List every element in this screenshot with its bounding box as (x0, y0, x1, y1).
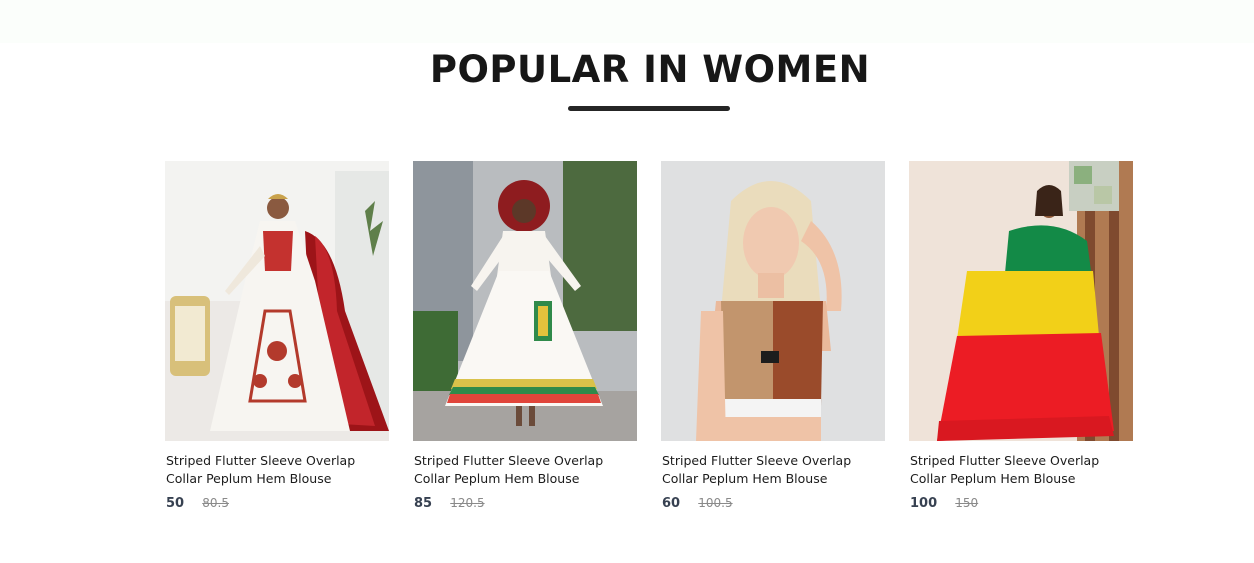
product-image[interactable] (661, 161, 885, 441)
product-name[interactable]: Striped Flutter Sleeve Overlap Collar Pe… (413, 452, 637, 488)
product-prices: 60 100.5 (661, 494, 885, 513)
product-name[interactable]: Striped Flutter Sleeve Overlap Collar Pe… (165, 452, 389, 488)
product-name[interactable]: Striped Flutter Sleeve Overlap Collar Pe… (909, 452, 1133, 488)
product-image[interactable] (165, 161, 389, 441)
product-prices: 85 120.5 (413, 494, 637, 513)
product-image[interactable] (413, 161, 637, 441)
product-prices: 100 150 (909, 494, 1133, 513)
price-old: 120.5 (450, 496, 485, 510)
price-old: 150 (955, 496, 979, 510)
product-card[interactable]: Striped Flutter Sleeve Overlap Collar Pe… (165, 161, 389, 513)
product-name[interactable]: Striped Flutter Sleeve Overlap Collar Pe… (661, 452, 885, 488)
product-card[interactable]: Striped Flutter Sleeve Overlap Collar Pe… (909, 161, 1133, 513)
product-prices: 50 80.5 (165, 494, 389, 513)
product-card[interactable]: Striped Flutter Sleeve Overlap Collar Pe… (413, 161, 637, 513)
price-old: 80.5 (202, 496, 229, 510)
section-title: POPULAR IN WOMEN (429, 48, 871, 91)
price-new: 85 (414, 496, 433, 511)
price-new: 50 (166, 496, 185, 511)
price-old: 100.5 (698, 496, 733, 510)
price-new: 60 (662, 496, 681, 511)
product-image[interactable] (909, 161, 1133, 441)
product-card[interactable]: Striped Flutter Sleeve Overlap Collar Pe… (661, 161, 885, 513)
title-underline (568, 106, 730, 111)
top-band (0, 0, 1254, 43)
price-new: 100 (910, 496, 938, 511)
